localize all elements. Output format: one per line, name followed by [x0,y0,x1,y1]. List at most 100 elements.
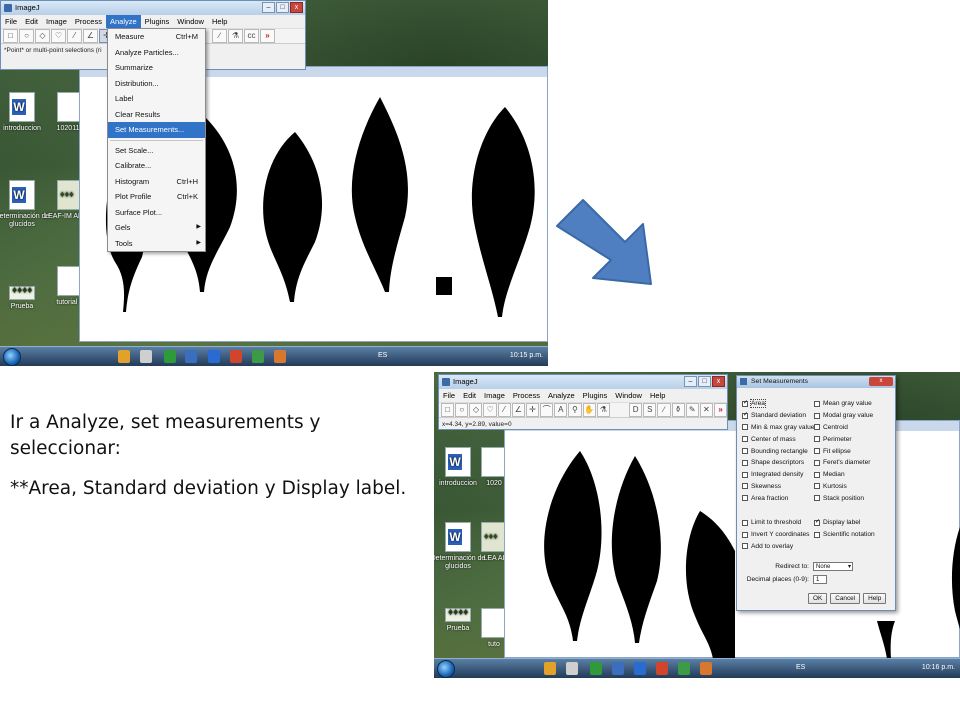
polygon-tool-icon[interactable]: ◇ [469,403,483,417]
menu-image[interactable]: Image [480,389,509,402]
help-button[interactable]: Help [863,593,887,604]
taskbar-app-icon[interactable] [164,350,176,363]
menu-item-set-measurements[interactable]: Set Measurements... [108,122,205,138]
menu-item-tools[interactable]: Tools ▶ [108,236,205,252]
dialog-titlebar[interactable]: Set Measurements x [737,376,895,388]
menu-analyze[interactable]: Analyze [105,15,141,28]
menu-analyze[interactable]: Analyze [544,389,579,402]
taskbar-app-icon[interactable] [590,662,602,675]
menu-item-distribution[interactable]: Distribution... [108,76,205,92]
checkbox-unchecked-icon[interactable] [742,531,748,538]
checkbox-unchecked-icon[interactable] [742,471,748,478]
menu-plugins[interactable]: Plugins [579,389,612,402]
option-checkbox[interactable]: Stack position [814,492,892,504]
checkbox-unchecked-icon[interactable] [742,448,748,455]
checkbox-unchecked-icon[interactable] [742,519,748,526]
option-checkbox[interactable]: Skewness [742,481,814,493]
taskbar-app-icon[interactable] [230,350,242,363]
option-checkbox[interactable]: Perimeter [814,433,892,445]
checkbox-unchecked-icon[interactable] [814,448,820,455]
taskbar-app-icon[interactable] [252,350,264,363]
language-indicator[interactable]: ES [378,352,387,359]
taskbar-clock[interactable]: 10:15 p.m. [510,352,543,359]
option-checkbox[interactable]: Invert Y coordinates [742,529,814,541]
option-checkbox[interactable]: Median [814,469,892,481]
taskbar-app-icon[interactable] [274,350,286,363]
start-button-icon[interactable] [3,348,21,366]
option-checkbox[interactable]: Fit ellipse [814,445,892,457]
minimize-button[interactable]: – [684,376,697,387]
checkbox-unchecked-icon[interactable] [814,400,820,407]
option-checkbox[interactable]: Area [742,398,814,410]
brush-tool-icon[interactable]: ∕ [212,29,227,43]
checkbox-unchecked-icon[interactable] [742,436,748,443]
start-button-icon[interactable] [437,660,455,678]
menu-item-clear-results[interactable]: Clear Results [108,107,205,123]
option-checkbox[interactable]: Area fraction [742,492,814,504]
close-button[interactable]: x [290,2,303,13]
option-checkbox[interactable]: Mean gray value [814,398,892,410]
language-indicator[interactable]: ES [796,664,805,671]
imagej-titlebar[interactable]: ImageJ – □ x [439,375,727,389]
taskbar-app-icon[interactable] [634,662,646,675]
zoom-tool-icon[interactable]: ⚲ [568,403,582,417]
menu-item-measure[interactable]: Measure Ctrl+M [108,29,205,45]
option-checkbox[interactable]: Feret's diameter [814,457,892,469]
point-tool-icon[interactable]: ✛ [525,403,540,417]
checkbox-checked-icon[interactable] [742,411,748,419]
menu-item-histogram[interactable]: Histogram Ctrl+H [108,174,205,190]
taskbar-app-icon[interactable] [140,350,152,363]
taskbar-app-icon[interactable] [118,350,130,363]
menu-file[interactable]: File [439,389,459,402]
pencil-tool-icon[interactable]: ✎ [685,403,699,417]
hand-tool-icon[interactable]: ✋ [582,403,596,417]
option-checkbox[interactable]: Limit to threshold [742,517,814,529]
flood-fill-tool-icon[interactable]: ⚱ [671,403,685,417]
cancel-button[interactable]: Cancel [830,593,861,604]
checkbox-unchecked-icon[interactable] [814,424,820,431]
freehand-tool-icon[interactable]: ♡ [51,29,66,43]
menu-item-gels[interactable]: Gels ▶ [108,220,205,236]
checkbox-unchecked-icon[interactable] [814,412,820,419]
menu-help[interactable]: Help [646,389,669,402]
option-checkbox[interactable]: Integrated density [742,469,814,481]
menu-plugins[interactable]: Plugins [141,15,174,28]
option-checkbox[interactable]: Center of mass [742,433,814,445]
text-tool-icon[interactable]: A [554,403,568,417]
option-checkbox[interactable]: Add to overlay [742,541,814,553]
menu-item-plot-profile[interactable]: Plot Profile Ctrl+K [108,189,205,205]
checkbox-unchecked-icon[interactable] [814,459,820,466]
menu-process[interactable]: Process [509,389,544,402]
option-checkbox[interactable]: Centroid [814,422,892,434]
checkbox-unchecked-icon[interactable] [814,471,820,478]
line-tool-icon[interactable]: ⁄ [497,403,511,417]
menu-window[interactable]: Window [173,15,208,28]
checkbox-unchecked-icon[interactable] [814,531,820,538]
ok-button[interactable]: OK [808,593,828,604]
checkbox-unchecked-icon[interactable] [814,495,820,502]
menu-item-set-scale[interactable]: Set Scale... [108,143,205,159]
option-checkbox[interactable]: Scientific notation [814,529,892,541]
option-checkbox[interactable]: Display label [814,517,892,529]
taskbar-app-icon[interactable] [208,350,220,363]
dropper-tool-icon[interactable]: ⚗ [228,29,243,43]
option-checkbox[interactable]: Min & max gray value [742,422,814,434]
option-checkbox[interactable]: Kurtosis [814,481,892,493]
decimal-places-input[interactable]: 1 [813,574,827,584]
cc-tool-icon[interactable]: cc [244,29,259,43]
polygon-tool-icon[interactable]: ◇ [35,29,50,43]
checkbox-unchecked-icon[interactable] [742,543,748,550]
menu-process[interactable]: Process [71,15,106,28]
checkbox-unchecked-icon[interactable] [814,483,820,490]
rectangle-tool-icon[interactable]: □ [3,29,18,43]
menu-item-calibrate[interactable]: Calibrate... [108,158,205,174]
menu-edit[interactable]: Edit [21,15,42,28]
dev-tool-icon[interactable]: D [629,403,643,417]
redirect-select[interactable]: None [813,561,853,571]
maximize-button[interactable]: □ [276,2,289,13]
oval-tool-icon[interactable]: ○ [19,29,34,43]
imagej-window[interactable]: ImageJ – □ x File Edit Image Process Analy… [438,374,728,430]
checkbox-checked-icon[interactable] [742,399,748,407]
stack-tool-icon[interactable]: S [643,403,657,417]
freehand-tool-icon[interactable]: ♡ [483,403,497,417]
